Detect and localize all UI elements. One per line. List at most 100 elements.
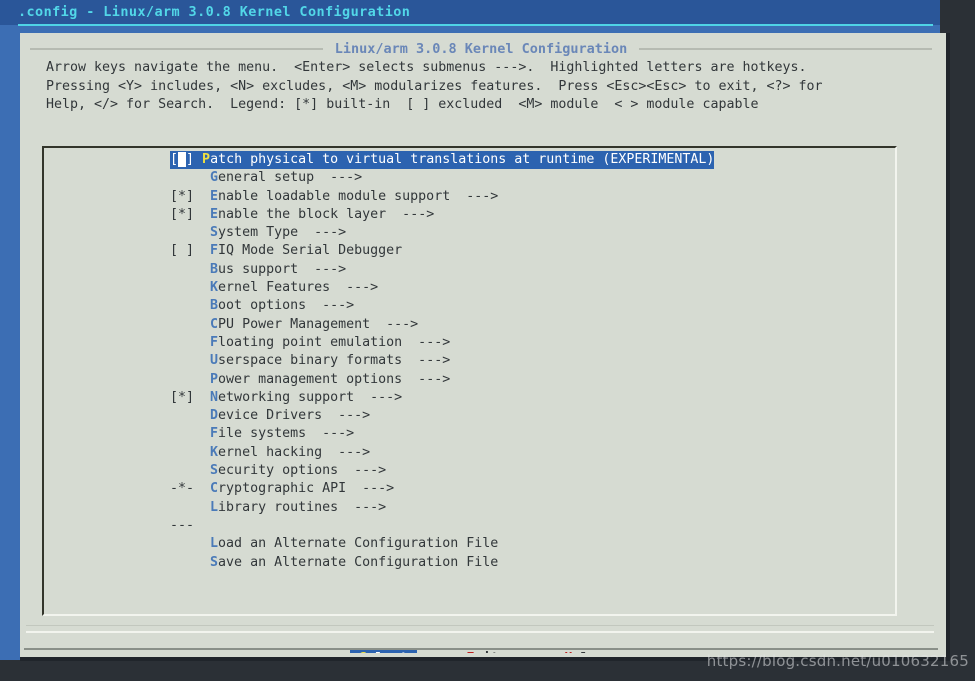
menu-item-hotkey: F [210, 334, 219, 350]
help-text-block: Arrow keys navigate the menu. <Enter> se… [46, 59, 928, 115]
checkbox-close-bracket: ] [186, 152, 203, 167]
menu-item-label: ernel Features [218, 280, 331, 296]
submenu-arrow-icon: ---> [402, 353, 451, 369]
dialog-title: Linux/arm 3.0.8 Kernel Configuration [334, 41, 628, 57]
menu-item-label: ile systems [218, 426, 307, 442]
submenu-arrow-icon: ---> [402, 334, 451, 350]
menu-item[interactable]: General setup ---> [44, 169, 895, 187]
buttonbar-divider [26, 631, 934, 633]
menu-item-label: evice Drivers [218, 408, 323, 424]
menu-item-mark [170, 317, 210, 332]
menu-item-mark: --- [170, 517, 195, 533]
menu-item-label: PU Power Management [218, 316, 371, 332]
menu-item-mark: -*- [170, 481, 211, 497]
submenu-arrow-icon: ---> [306, 426, 355, 442]
menu-item[interactable]: Bus support ---> [44, 261, 895, 279]
checkbox-open-bracket: [ [170, 152, 179, 167]
menuconfig-dialog: Linux/arm 3.0.8 Kernel Configuration Arr… [20, 33, 950, 661]
menu-item-mark [170, 408, 210, 423]
menu-item-highlight[interactable]: [ ] Patch physical to virtual translatio… [170, 151, 715, 170]
submenu-arrow-icon: ---> [322, 444, 371, 460]
menu-item-label: ibrary routines [218, 499, 339, 515]
submenu-arrow-icon: ---> [338, 499, 387, 515]
menu-item-hotkey: L [210, 536, 219, 552]
menu-separator: --- [44, 517, 895, 535]
menu-item-mark [170, 262, 210, 277]
menu-item-label: nable loadable module support [218, 188, 451, 204]
menu-item-hotkey: B [210, 298, 219, 314]
title-rule-right [639, 48, 933, 50]
menu-item-label: ystem Type [218, 225, 299, 241]
menu-item-label: oot options [218, 298, 307, 314]
menu-item-hotkey: P [202, 152, 211, 167]
menu-item[interactable]: Power management options ---> [44, 371, 895, 389]
help-line: Help, </> for Search. Legend: [*] built-… [46, 97, 759, 113]
submenu-arrow-icon: ---> [322, 408, 371, 424]
menu-item[interactable]: Boot options ---> [44, 297, 895, 315]
menu-item-mark [170, 298, 210, 313]
menu-item[interactable]: Kernel hacking ---> [44, 444, 895, 462]
menu-item-mark [170, 463, 210, 478]
menu-item-label: nable the block layer [218, 206, 387, 222]
window-titlebar: .config - Linux/arm 3.0.8 Kernel Configu… [0, 0, 940, 25]
menu-item-hotkey: U [210, 353, 219, 369]
menu-item[interactable]: [*] Enable loadable module support ---> [44, 188, 895, 206]
menu-item-hotkey: P [210, 371, 219, 387]
menu-item-mark [170, 280, 210, 295]
menu-item-mark: [*] [170, 188, 211, 204]
help-line: Arrow keys navigate the menu. <Enter> se… [46, 60, 807, 75]
menu-item-mark: [*] [170, 389, 211, 405]
menu-item-mark [170, 555, 210, 570]
menu-item-hotkey: S [210, 225, 219, 241]
titlebar-underline [18, 24, 933, 26]
menu-item-mark: [*] [170, 206, 211, 222]
menu-item-mark [170, 353, 210, 368]
menu-item-mark [170, 500, 210, 515]
menu-item[interactable]: Floating point emulation ---> [44, 334, 895, 352]
menu-item-hotkey: S [210, 554, 219, 570]
menu-item[interactable]: Security options ---> [44, 462, 895, 480]
help-line: Pressing <Y> includes, <N> excludes, <M>… [46, 78, 823, 94]
menu-item[interactable]: File systems ---> [44, 425, 895, 443]
menu-item-label: etworking support [218, 389, 355, 405]
menu-item[interactable]: -*- Cryptographic API ---> [44, 480, 895, 498]
menu-item[interactable]: System Type ---> [44, 224, 895, 242]
menu-item-hotkey: N [210, 389, 219, 405]
menu-item-label: ryptographic API [218, 481, 347, 497]
menu-item[interactable]: Library routines ---> [44, 499, 895, 517]
window-title: .config - Linux/arm 3.0.8 Kernel Configu… [18, 4, 411, 20]
menu-item[interactable]: Userspace binary formats ---> [44, 352, 895, 370]
menu-item-hotkey: D [210, 408, 219, 424]
menu-list-box: [ ] Patch physical to virtual translatio… [42, 146, 897, 616]
buttonbar-divider-shadow [26, 625, 934, 626]
submenu-arrow-icon: ---> [370, 316, 419, 332]
menu-item-mark [170, 445, 210, 460]
menu-item[interactable]: [*] Networking support ---> [44, 389, 895, 407]
button-label: elp > [573, 650, 614, 653]
menu-item[interactable]: [ ] FIQ Mode Serial Debugger [44, 242, 895, 260]
menu-item-label: serspace binary formats [218, 353, 403, 369]
menu-item-label: ecurity options [218, 463, 339, 479]
menu-item[interactable]: CPU Power Management ---> [44, 316, 895, 334]
menu-item[interactable]: Kernel Features ---> [44, 279, 895, 297]
menu-item[interactable]: [*] Enable the block layer ---> [44, 206, 895, 224]
menu-item-hotkey: G [210, 170, 219, 186]
menu-item[interactable]: Save an Alternate Configuration File [44, 554, 895, 572]
submenu-arrow-icon: ---> [338, 463, 387, 479]
menu-list[interactable]: [ ] Patch physical to virtual translatio… [44, 151, 895, 572]
submenu-arrow-icon: ---> [354, 389, 403, 405]
submenu-arrow-icon: ---> [306, 298, 355, 314]
menu-item[interactable]: [ ] Patch physical to virtual translatio… [44, 151, 895, 170]
menu-item-hotkey: S [210, 463, 219, 479]
menu-item[interactable]: Load an Alternate Configuration File [44, 535, 895, 553]
menu-item-label: IQ Mode Serial Debugger [218, 243, 403, 259]
menu-item-mark [170, 170, 210, 185]
dialog-bottom-edge [24, 648, 938, 650]
menu-item-label: loating point emulation [218, 334, 403, 350]
menu-item-hotkey: K [210, 280, 219, 296]
submenu-arrow-icon: ---> [402, 371, 451, 387]
menu-item[interactable]: Device Drivers ---> [44, 407, 895, 425]
menu-item-hotkey: E [210, 188, 219, 204]
dialog-body: Linux/arm 3.0.8 Kernel Configuration Arr… [20, 33, 942, 653]
dialog-title-row: Linux/arm 3.0.8 Kernel Configuration [30, 39, 933, 59]
